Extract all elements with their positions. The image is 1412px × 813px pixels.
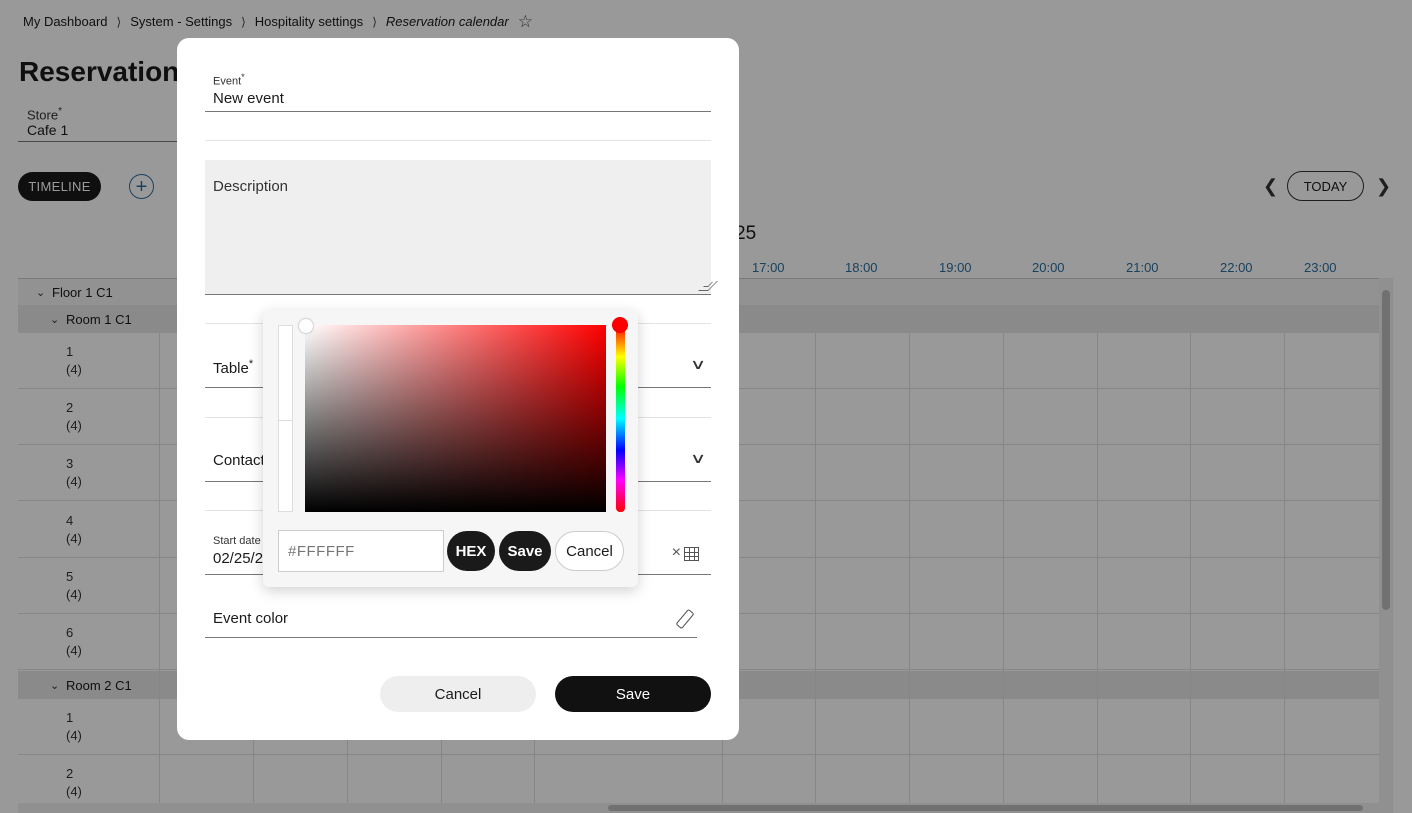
divider bbox=[205, 140, 711, 141]
hex-mode-button[interactable]: HEX bbox=[447, 531, 495, 571]
cancel-button[interactable]: Cancel bbox=[380, 676, 536, 712]
eyedropper-icon[interactable] bbox=[675, 608, 695, 630]
picker-save-button[interactable]: Save bbox=[499, 531, 551, 571]
save-button[interactable]: Save bbox=[555, 676, 711, 712]
event-field[interactable]: Event* New event bbox=[205, 72, 711, 112]
alpha-slider-tick bbox=[279, 420, 292, 421]
picker-cancel-button[interactable]: Cancel bbox=[555, 531, 624, 571]
hex-input[interactable] bbox=[278, 530, 444, 572]
description-label: Description bbox=[213, 178, 289, 195]
contact-label: Contact bbox=[213, 452, 265, 469]
description-textarea[interactable]: Description bbox=[205, 160, 718, 295]
saturation-handle[interactable] bbox=[299, 319, 313, 333]
clear-icon[interactable]: × bbox=[672, 544, 681, 562]
chevron-down-icon[interactable]: ∨ bbox=[690, 356, 706, 373]
color-picker-popover: HEX Save Cancel bbox=[263, 310, 638, 587]
chevron-down-icon[interactable]: ∨ bbox=[690, 450, 706, 467]
table-label: Table bbox=[213, 360, 249, 377]
event-input[interactable]: New event bbox=[213, 90, 711, 107]
event-label: Event* bbox=[213, 72, 245, 88]
resize-handle-icon[interactable] bbox=[698, 281, 718, 291]
event-color-label: Event color bbox=[213, 610, 289, 627]
alpha-slider[interactable] bbox=[278, 325, 293, 512]
hue-handle[interactable] bbox=[612, 317, 628, 333]
saturation-area[interactable] bbox=[299, 319, 606, 512]
event-color-field[interactable]: Event color bbox=[205, 598, 697, 638]
hue-slider[interactable] bbox=[612, 317, 628, 512]
calendar-icon[interactable] bbox=[684, 547, 699, 561]
